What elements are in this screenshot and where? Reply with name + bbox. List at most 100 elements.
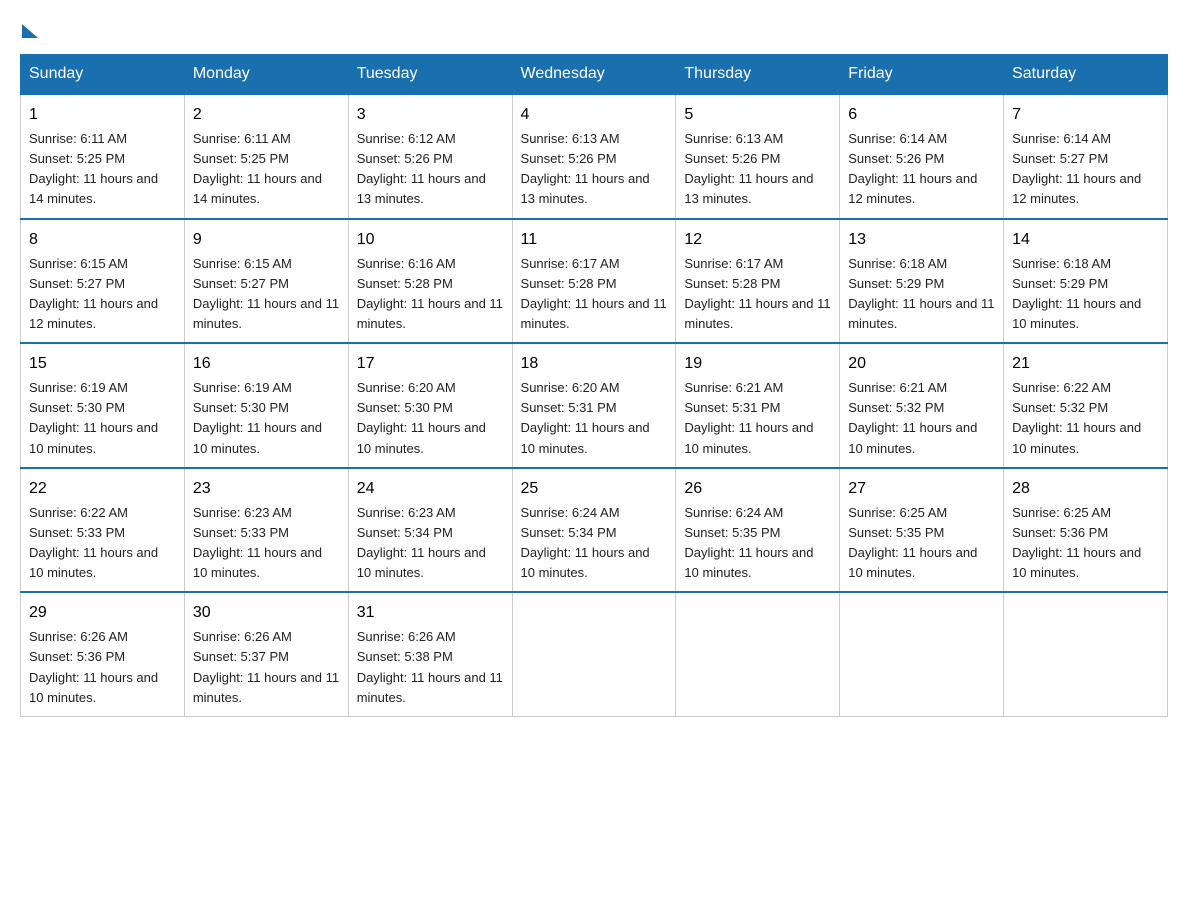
day-info: Sunrise: 6:11 AMSunset: 5:25 PMDaylight:… [29,131,158,206]
day-number: 12 [684,228,831,252]
week-row-2: 8 Sunrise: 6:15 AMSunset: 5:27 PMDayligh… [21,219,1168,344]
day-info: Sunrise: 6:26 AMSunset: 5:36 PMDaylight:… [29,629,158,704]
calendar-cell [512,592,676,716]
day-info: Sunrise: 6:25 AMSunset: 5:36 PMDaylight:… [1012,505,1141,580]
day-number: 10 [357,228,504,252]
day-number: 4 [521,103,668,127]
day-info: Sunrise: 6:21 AMSunset: 5:31 PMDaylight:… [684,380,813,455]
day-number: 20 [848,352,995,376]
calendar-cell: 1 Sunrise: 6:11 AMSunset: 5:25 PMDayligh… [21,94,185,219]
calendar-cell: 8 Sunrise: 6:15 AMSunset: 5:27 PMDayligh… [21,219,185,344]
col-header-saturday: Saturday [1004,55,1168,95]
col-header-sunday: Sunday [21,55,185,95]
calendar-cell: 5 Sunrise: 6:13 AMSunset: 5:26 PMDayligh… [676,94,840,219]
day-number: 27 [848,477,995,501]
calendar-cell: 26 Sunrise: 6:24 AMSunset: 5:35 PMDaylig… [676,468,840,593]
day-number: 23 [193,477,340,501]
day-info: Sunrise: 6:16 AMSunset: 5:28 PMDaylight:… [357,256,503,331]
day-info: Sunrise: 6:23 AMSunset: 5:33 PMDaylight:… [193,505,322,580]
day-number: 21 [1012,352,1159,376]
calendar-table: SundayMondayTuesdayWednesdayThursdayFrid… [20,54,1168,717]
logo-triangle-icon [22,24,38,38]
day-number: 8 [29,228,176,252]
col-header-friday: Friday [840,55,1004,95]
calendar-cell: 17 Sunrise: 6:20 AMSunset: 5:30 PMDaylig… [348,343,512,468]
calendar-cell: 19 Sunrise: 6:21 AMSunset: 5:31 PMDaylig… [676,343,840,468]
calendar-cell: 28 Sunrise: 6:25 AMSunset: 5:36 PMDaylig… [1004,468,1168,593]
calendar-cell: 21 Sunrise: 6:22 AMSunset: 5:32 PMDaylig… [1004,343,1168,468]
calendar-cell: 29 Sunrise: 6:26 AMSunset: 5:36 PMDaylig… [21,592,185,716]
calendar-cell: 4 Sunrise: 6:13 AMSunset: 5:26 PMDayligh… [512,94,676,219]
day-info: Sunrise: 6:23 AMSunset: 5:34 PMDaylight:… [357,505,486,580]
day-number: 28 [1012,477,1159,501]
day-info: Sunrise: 6:19 AMSunset: 5:30 PMDaylight:… [29,380,158,455]
day-info: Sunrise: 6:24 AMSunset: 5:35 PMDaylight:… [684,505,813,580]
day-info: Sunrise: 6:26 AMSunset: 5:37 PMDaylight:… [193,629,339,704]
calendar-cell: 14 Sunrise: 6:18 AMSunset: 5:29 PMDaylig… [1004,219,1168,344]
calendar-cell: 3 Sunrise: 6:12 AMSunset: 5:26 PMDayligh… [348,94,512,219]
day-number: 29 [29,601,176,625]
day-info: Sunrise: 6:11 AMSunset: 5:25 PMDaylight:… [193,131,322,206]
week-row-1: 1 Sunrise: 6:11 AMSunset: 5:25 PMDayligh… [21,94,1168,219]
day-info: Sunrise: 6:12 AMSunset: 5:26 PMDaylight:… [357,131,486,206]
day-number: 31 [357,601,504,625]
day-number: 2 [193,103,340,127]
day-number: 13 [848,228,995,252]
logo [20,20,38,34]
day-number: 5 [684,103,831,127]
day-info: Sunrise: 6:13 AMSunset: 5:26 PMDaylight:… [684,131,813,206]
day-number: 11 [521,228,668,252]
calendar-cell: 11 Sunrise: 6:17 AMSunset: 5:28 PMDaylig… [512,219,676,344]
week-row-5: 29 Sunrise: 6:26 AMSunset: 5:36 PMDaylig… [21,592,1168,716]
day-number: 19 [684,352,831,376]
day-info: Sunrise: 6:19 AMSunset: 5:30 PMDaylight:… [193,380,322,455]
calendar-cell: 23 Sunrise: 6:23 AMSunset: 5:33 PMDaylig… [184,468,348,593]
calendar-cell: 9 Sunrise: 6:15 AMSunset: 5:27 PMDayligh… [184,219,348,344]
calendar-cell: 15 Sunrise: 6:19 AMSunset: 5:30 PMDaylig… [21,343,185,468]
col-header-monday: Monday [184,55,348,95]
col-header-tuesday: Tuesday [348,55,512,95]
day-info: Sunrise: 6:20 AMSunset: 5:31 PMDaylight:… [521,380,650,455]
calendar-cell: 30 Sunrise: 6:26 AMSunset: 5:37 PMDaylig… [184,592,348,716]
day-number: 16 [193,352,340,376]
day-number: 22 [29,477,176,501]
day-number: 7 [1012,103,1159,127]
day-number: 26 [684,477,831,501]
day-number: 3 [357,103,504,127]
calendar-cell: 13 Sunrise: 6:18 AMSunset: 5:29 PMDaylig… [840,219,1004,344]
page-header [20,20,1168,34]
day-number: 24 [357,477,504,501]
calendar-cell: 16 Sunrise: 6:19 AMSunset: 5:30 PMDaylig… [184,343,348,468]
week-row-3: 15 Sunrise: 6:19 AMSunset: 5:30 PMDaylig… [21,343,1168,468]
calendar-cell: 10 Sunrise: 6:16 AMSunset: 5:28 PMDaylig… [348,219,512,344]
calendar-cell: 6 Sunrise: 6:14 AMSunset: 5:26 PMDayligh… [840,94,1004,219]
day-number: 15 [29,352,176,376]
calendar-cell: 20 Sunrise: 6:21 AMSunset: 5:32 PMDaylig… [840,343,1004,468]
day-info: Sunrise: 6:14 AMSunset: 5:26 PMDaylight:… [848,131,977,206]
calendar-cell: 25 Sunrise: 6:24 AMSunset: 5:34 PMDaylig… [512,468,676,593]
day-info: Sunrise: 6:15 AMSunset: 5:27 PMDaylight:… [193,256,339,331]
day-number: 9 [193,228,340,252]
day-info: Sunrise: 6:18 AMSunset: 5:29 PMDaylight:… [1012,256,1141,331]
calendar-cell: 12 Sunrise: 6:17 AMSunset: 5:28 PMDaylig… [676,219,840,344]
calendar-cell [1004,592,1168,716]
calendar-cell: 27 Sunrise: 6:25 AMSunset: 5:35 PMDaylig… [840,468,1004,593]
header-row: SundayMondayTuesdayWednesdayThursdayFrid… [21,55,1168,95]
day-number: 17 [357,352,504,376]
day-number: 14 [1012,228,1159,252]
day-info: Sunrise: 6:22 AMSunset: 5:32 PMDaylight:… [1012,380,1141,455]
day-info: Sunrise: 6:15 AMSunset: 5:27 PMDaylight:… [29,256,158,331]
day-number: 25 [521,477,668,501]
day-info: Sunrise: 6:26 AMSunset: 5:38 PMDaylight:… [357,629,503,704]
day-number: 18 [521,352,668,376]
day-number: 30 [193,601,340,625]
day-info: Sunrise: 6:17 AMSunset: 5:28 PMDaylight:… [521,256,667,331]
day-info: Sunrise: 6:25 AMSunset: 5:35 PMDaylight:… [848,505,977,580]
calendar-cell: 24 Sunrise: 6:23 AMSunset: 5:34 PMDaylig… [348,468,512,593]
day-info: Sunrise: 6:20 AMSunset: 5:30 PMDaylight:… [357,380,486,455]
col-header-wednesday: Wednesday [512,55,676,95]
day-info: Sunrise: 6:14 AMSunset: 5:27 PMDaylight:… [1012,131,1141,206]
calendar-cell [840,592,1004,716]
day-info: Sunrise: 6:17 AMSunset: 5:28 PMDaylight:… [684,256,830,331]
calendar-cell: 7 Sunrise: 6:14 AMSunset: 5:27 PMDayligh… [1004,94,1168,219]
